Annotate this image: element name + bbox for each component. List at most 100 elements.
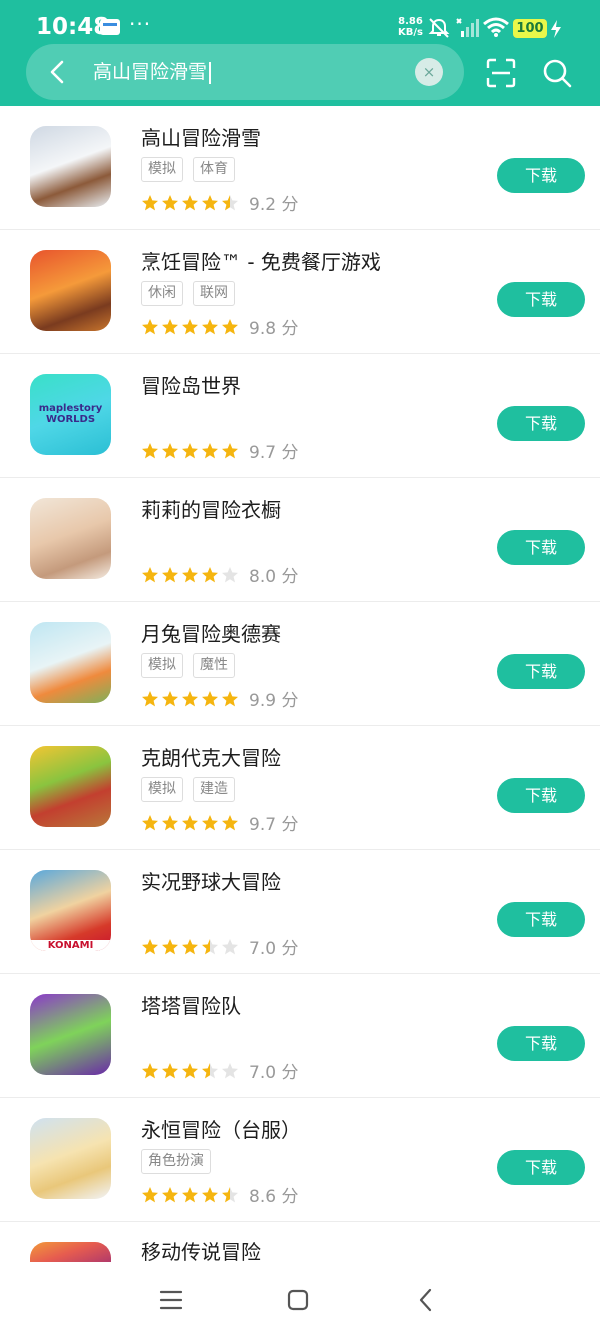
app-icon[interactable] bbox=[30, 1118, 111, 1199]
app-name[interactable]: 烹饪冒险™ - 免费餐厅游戏 bbox=[141, 246, 381, 275]
search-bar: 高山冒险滑雪 × bbox=[26, 44, 464, 100]
score-text: 9.2 分 bbox=[249, 195, 299, 215]
app-icon[interactable] bbox=[30, 1242, 111, 1262]
app-name[interactable]: 克朗代克大冒险 bbox=[141, 742, 281, 771]
app-icon[interactable]: KONAMI bbox=[30, 870, 111, 951]
wifi-icon bbox=[483, 17, 509, 37]
menu-icon[interactable] bbox=[157, 1286, 185, 1314]
download-button[interactable]: 下载 bbox=[497, 654, 585, 689]
star-empty-icon bbox=[222, 567, 238, 583]
download-button[interactable]: 下载 bbox=[497, 1150, 585, 1185]
star-full-icon bbox=[182, 195, 198, 211]
star-rating bbox=[141, 1185, 241, 1205]
result-row[interactable]: maplestory WORLDS 冒险岛世界 9.7 分 下载 bbox=[0, 354, 600, 478]
app-icon[interactable] bbox=[30, 746, 111, 827]
app-icon[interactable] bbox=[30, 250, 111, 331]
system-nav-bar bbox=[0, 1266, 600, 1333]
app-icon[interactable] bbox=[30, 498, 111, 579]
app-name[interactable]: 高山冒险滑雪 bbox=[141, 122, 261, 151]
download-button[interactable]: 下载 bbox=[497, 902, 585, 937]
star-full-icon bbox=[182, 815, 198, 831]
download-button[interactable]: 下载 bbox=[497, 778, 585, 813]
star-full-icon bbox=[162, 815, 178, 831]
result-row[interactable]: KONAMI 实况野球大冒险 7.0 分 下载 bbox=[0, 850, 600, 974]
star-empty-icon bbox=[222, 1063, 238, 1079]
star-full-icon bbox=[222, 443, 238, 459]
star-full-icon bbox=[162, 691, 178, 707]
app-icon[interactable] bbox=[30, 622, 111, 703]
result-row[interactable]: 移动传说冒险 bbox=[0, 1222, 600, 1265]
app-icon[interactable] bbox=[30, 126, 111, 207]
star-half-icon bbox=[202, 939, 218, 955]
tag-list: 角色扮演 bbox=[141, 1149, 221, 1174]
more-notifications-icon: ··· bbox=[129, 12, 152, 36]
star-full-icon bbox=[142, 691, 158, 707]
status-time: 10:48 bbox=[36, 14, 110, 40]
star-full-icon bbox=[162, 1187, 178, 1203]
download-button[interactable]: 下载 bbox=[497, 158, 585, 193]
home-icon[interactable] bbox=[284, 1286, 312, 1314]
star-full-icon bbox=[142, 567, 158, 583]
star-full-icon bbox=[142, 195, 158, 211]
rating: 8.6 分 bbox=[141, 1182, 298, 1207]
category-tag: 休闲 bbox=[141, 281, 183, 306]
app-name[interactable]: 冒险岛世界 bbox=[141, 370, 241, 399]
star-full-icon bbox=[142, 939, 158, 955]
bell-muted-icon bbox=[428, 18, 450, 38]
download-button[interactable]: 下载 bbox=[497, 282, 585, 317]
clear-icon[interactable]: × bbox=[415, 58, 443, 86]
star-full-icon bbox=[142, 1187, 158, 1203]
rating: 9.7 分 bbox=[141, 438, 299, 463]
rating: 7.0 分 bbox=[141, 1058, 299, 1083]
score-text: 7.0 分 bbox=[249, 939, 299, 959]
category-tag: 模拟 bbox=[141, 653, 183, 678]
app-icon-text: maplestory WORLDS bbox=[38, 403, 103, 425]
result-row[interactable]: 塔塔冒险队 7.0 分 下载 bbox=[0, 974, 600, 1098]
result-row[interactable]: 烹饪冒险™ - 免费餐厅游戏休闲 联网 9.8 分 下载 bbox=[0, 230, 600, 354]
scan-icon[interactable] bbox=[486, 58, 516, 88]
score-text: 7.0 分 bbox=[249, 1063, 299, 1083]
score-text: 9.7 分 bbox=[249, 815, 299, 835]
charging-icon bbox=[551, 20, 561, 38]
category-tag: 建造 bbox=[193, 777, 235, 802]
star-full-icon bbox=[182, 319, 198, 335]
score-text: 9.7 分 bbox=[249, 443, 299, 463]
app-name[interactable]: 莉莉的冒险衣橱 bbox=[141, 494, 281, 523]
star-full-icon bbox=[142, 1063, 158, 1079]
score-text: 9.8 分 bbox=[249, 319, 299, 339]
star-full-icon bbox=[182, 939, 198, 955]
download-button[interactable]: 下载 bbox=[497, 530, 585, 565]
header: 10:48 ··· 8.86 KB/s 100 高山冒险滑雪 × bbox=[0, 0, 600, 106]
app-name[interactable]: 塔塔冒险队 bbox=[141, 990, 241, 1019]
app-icon[interactable] bbox=[30, 994, 111, 1075]
star-full-icon bbox=[202, 195, 218, 211]
tag-list: 模拟 魔性 bbox=[141, 653, 245, 678]
app-icon-text: KONAMI bbox=[30, 940, 111, 951]
back-arrow-icon[interactable] bbox=[44, 58, 72, 86]
result-row[interactable]: 永恒冒险（台服） 角色扮演 8.6 分 下载 bbox=[0, 1098, 600, 1222]
search-icon[interactable] bbox=[542, 58, 572, 88]
download-button[interactable]: 下载 bbox=[497, 406, 585, 441]
tag-list: 休闲 联网 bbox=[141, 281, 245, 306]
category-tag: 魔性 bbox=[193, 653, 235, 678]
app-icon[interactable]: maplestory WORLDS bbox=[30, 374, 111, 455]
rating: 9.9 分 bbox=[141, 686, 298, 711]
search-input[interactable]: 高山冒险滑雪 bbox=[93, 58, 212, 86]
app-name[interactable]: 永恒冒险（台服） bbox=[141, 1114, 301, 1143]
result-row[interactable]: 莉莉的冒险衣橱 8.0 分 下载 bbox=[0, 478, 600, 602]
star-rating bbox=[141, 565, 241, 585]
rating: 9.2 分 bbox=[141, 190, 299, 215]
star-full-icon bbox=[142, 443, 158, 459]
app-name[interactable]: 实况野球大冒险 bbox=[141, 866, 281, 895]
result-row[interactable]: 月兔冒险奥德赛模拟 魔性 9.9 分 下载 bbox=[0, 602, 600, 726]
text-cursor bbox=[209, 61, 212, 84]
star-full-icon bbox=[182, 567, 198, 583]
back-icon[interactable] bbox=[412, 1286, 440, 1314]
result-row[interactable]: 克朗代克大冒险模拟 建造 9.7 分 下载 bbox=[0, 726, 600, 850]
category-tag: 模拟 bbox=[141, 777, 183, 802]
app-name[interactable]: 月兔冒险奥德赛 bbox=[141, 618, 281, 647]
result-row[interactable]: 高山冒险滑雪 模拟 体育 9.2 分下载 bbox=[0, 106, 600, 230]
rating: 9.7 分 bbox=[141, 810, 299, 835]
app-name[interactable]: 移动传说冒险 bbox=[141, 1236, 261, 1265]
download-button[interactable]: 下载 bbox=[497, 1026, 585, 1061]
